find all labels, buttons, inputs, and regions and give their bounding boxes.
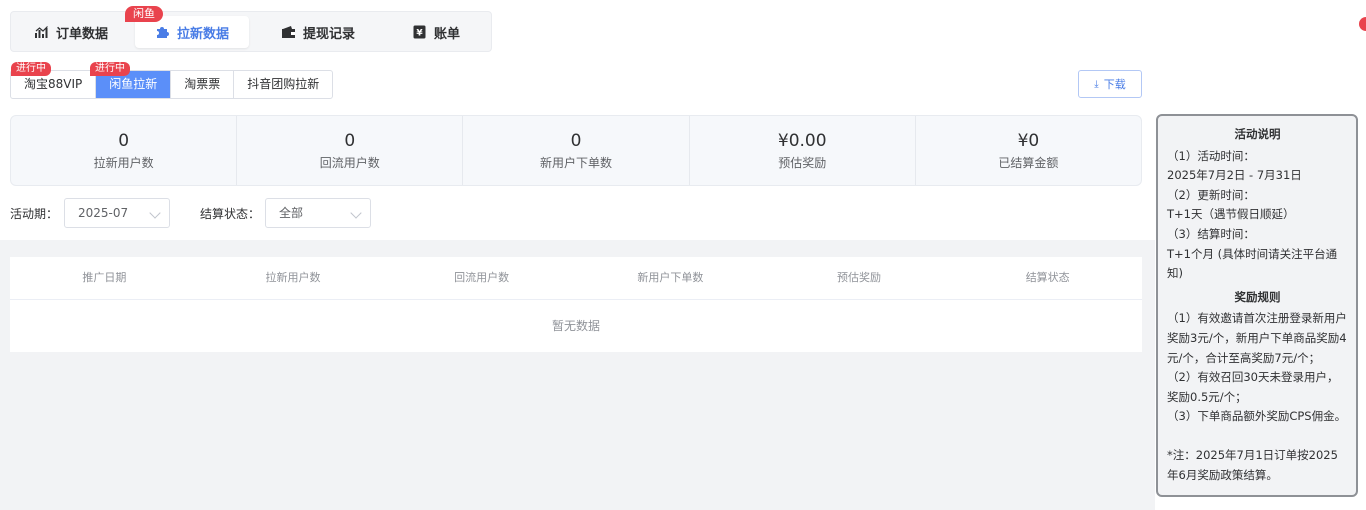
tab-withdraw-records[interactable]: 提现记录 <box>263 16 373 48</box>
stat-label: 拉新用户数 <box>93 156 154 170</box>
period-label: 活动期： <box>10 207 59 221</box>
status-value: 全部 <box>279 206 304 220</box>
tab-bill[interactable]: ¥ 账单 <box>391 16 481 48</box>
period-select[interactable]: 2025-07 <box>64 198 170 228</box>
stat-label: 新用户下单数 <box>540 156 613 170</box>
download-label: 下载 <box>1103 78 1126 91</box>
download-icon: ⤓ <box>1094 78 1099 90</box>
column-header[interactable]: 拉新用户数 <box>199 257 388 299</box>
column-header[interactable]: 结算状态 <box>953 257 1142 299</box>
column-header[interactable]: 预估奖励 <box>765 257 954 299</box>
chevron-down-icon <box>149 207 161 219</box>
table-header: 推广日期 拉新用户数 回流用户数 新用户下单数 预估奖励 结算状态 <box>10 257 1142 300</box>
period-value: 2025-07 <box>78 206 129 220</box>
info-line: T+1个月 (具体时间请关注平台通知) <box>1167 246 1338 281</box>
download-button[interactable]: ⤓ 下载 <box>1078 70 1142 98</box>
info-line: 2025年7月2日 - 7月31日 <box>1167 168 1302 183</box>
stat-new-user-orders: 0 新用户下单数 <box>463 116 690 185</box>
tab-label: 提现记录 <box>302 26 355 42</box>
stat-label: 预估奖励 <box>778 156 827 170</box>
main-tab-bar: 订单数据 拉新数据 提现记录 ¥ 账单 <box>10 11 492 52</box>
data-table: 推广日期 拉新用户数 回流用户数 新用户下单数 预估奖励 结算状态 暂无数据 <box>10 257 1142 352</box>
puzzle-icon <box>155 24 171 40</box>
panel-title: 活动说明 <box>1234 127 1281 141</box>
column-header[interactable]: 推广日期 <box>10 257 199 299</box>
sub-tab-bar: 淘宝88VIP 闲鱼拉新 淘票票 抖音团购拉新 <box>10 70 334 99</box>
in-progress-badge: 进行中 <box>90 62 130 76</box>
info-line: （2）更新时间： <box>1167 187 1255 202</box>
status-label: 结算状态： <box>200 207 261 221</box>
tab-order-data[interactable]: 订单数据 <box>21 16 121 48</box>
tab-label: 拉新数据 <box>176 26 229 42</box>
rule-line: （1）有效邀请首次注册登录新用户奖励3元/个，新用户下单商品奖励4元/个，合计至… <box>1167 311 1347 365</box>
panel-title: 奖励规则 <box>1234 289 1281 304</box>
column-header[interactable]: 回流用户数 <box>387 257 576 299</box>
rule-line: （2）有效召回30天未登录用户，奖励0.5元/个； <box>1167 370 1339 404</box>
stat-value: 0 <box>344 131 356 151</box>
stat-value: ¥0.00 <box>777 131 827 151</box>
info-line: （3）结算时间： <box>1167 226 1255 241</box>
svg-text:¥: ¥ <box>417 29 424 39</box>
rule-line: （3）下单商品额外奖励CPS佣金。 <box>1167 409 1347 424</box>
stats-summary: 0 拉新用户数 0 回流用户数 0 新用户下单数 ¥0.00 预估奖励 ¥0 已… <box>10 115 1142 186</box>
bill-icon: ¥ <box>412 24 428 40</box>
chevron-down-icon <box>350 207 362 219</box>
info-line: （1）活动时间： <box>1167 148 1255 163</box>
stat-returning-users: 0 回流用户数 <box>237 116 464 185</box>
stat-label: 已结算金额 <box>998 156 1059 170</box>
stat-label: 回流用户数 <box>319 156 380 170</box>
policy-note: *注：2025年7月1日订单按2025年6月奖励政策结算。 <box>1167 447 1338 482</box>
column-header[interactable]: 新用户下单数 <box>576 257 765 299</box>
tab-label: 订单数据 <box>55 26 108 42</box>
stat-value: ¥0 <box>1017 131 1040 151</box>
notification-dot <box>1359 17 1366 31</box>
info-line: T+1天（遇节假日顺延） <box>1167 207 1295 222</box>
stat-new-users: 0 拉新用户数 <box>11 116 238 185</box>
wallet-icon <box>281 24 297 40</box>
activity-info-panel: 活动说明 （1）活动时间： 2025年7月2日 - 7月31日 （2）更新时间：… <box>1156 114 1358 497</box>
stat-settled-amount: ¥0 已结算金额 <box>916 116 1141 185</box>
subtab-douyin-group[interactable]: 抖音团购拉新 <box>234 71 332 98</box>
empty-state-text: 暂无数据 <box>551 319 600 333</box>
tab-label: 账单 <box>433 26 460 42</box>
chart-icon <box>34 24 50 40</box>
in-progress-badge: 进行中 <box>11 62 51 76</box>
xianyu-badge: 闲鱼 <box>125 6 163 22</box>
subtab-taopiaopiao[interactable]: 淘票票 <box>171 71 235 98</box>
stat-value: 0 <box>570 131 582 151</box>
stat-value: 0 <box>118 131 130 151</box>
status-select[interactable]: 全部 <box>265 198 371 228</box>
stat-estimated-reward: ¥0.00 预估奖励 <box>690 116 916 185</box>
